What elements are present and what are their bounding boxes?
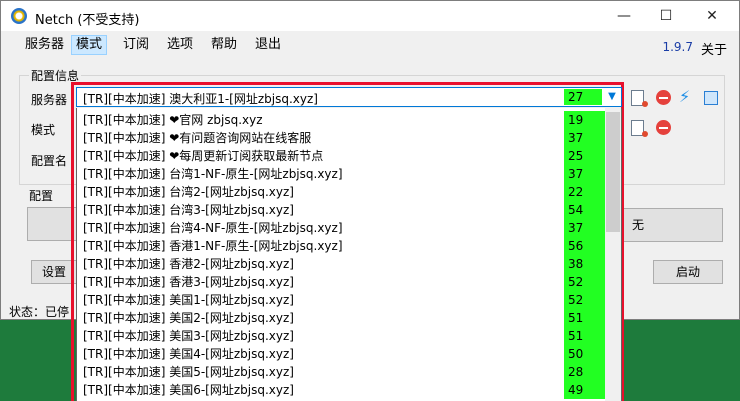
server-list-item[interactable]: [TR][中本加速] 台湾4-NF-原生-[网址zbjsq.xyz] 37 [77,219,605,237]
server-label: 服务器 [31,93,68,107]
server-name: [TR][中本加速] 美国2-[网址zbjsq.xyz] [83,311,294,325]
app-icon [11,8,27,24]
menu-about[interactable]: 关于 [701,39,727,58]
menu-options[interactable]: 选项 [163,36,197,54]
window-title: Netch (不受支持) [35,13,140,28]
menu-server[interactable]: 服务器 [21,36,68,54]
server-name: [TR][中本加速] 台湾4-NF-原生-[网址zbjsq.xyz] [83,221,343,235]
remove-icon[interactable] [656,90,671,105]
server-delay: 28 [564,363,605,381]
server-name: [TR][中本加速] 香港2-[网址zbjsq.xyz] [83,257,294,271]
server-delay: 52 [564,273,605,291]
server-list-item[interactable]: [TR][中本加速] ❤官网 zbjsq.xyz 19 [77,111,605,129]
menu-subscription[interactable]: 订阅 [119,36,153,54]
server-name: [TR][中本加速] 台湾1-NF-原生-[网址zbjsq.xyz] [83,167,343,181]
server-select[interactable]: [TR][中本加速] 澳大利亚1-[网址zbjsq.xyz] 27 ▼ [76,87,622,107]
selected-server-delay: 27 [564,89,602,105]
server-list-item[interactable]: [TR][中本加速] 香港1-NF-原生-[网址zbjsq.xyz] 56 [77,237,605,255]
menu-help[interactable]: 帮助 [207,36,241,54]
maximize-button[interactable]: ☐ [643,1,689,31]
server-list-item[interactable]: [TR][中本加速] ❤每周更新订阅获取最新节点 25 [77,147,605,165]
server-list-item[interactable]: [TR][中本加速] 台湾2-[网址zbjsq.xyz] 22 [77,183,605,201]
profile-name-label: 配置名 [31,154,68,168]
remove-icon[interactable] [656,120,671,135]
server-name: [TR][中本加速] ❤每周更新订阅获取最新节点 [83,149,324,163]
selected-server-name: [TR][中本加速] 澳大利亚1-[网址zbjsq.xyz] [83,92,318,106]
server-delay: 51 [564,309,605,327]
start-button[interactable]: 启动 [653,260,723,284]
profile-group-label: 配置 [29,189,54,203]
mode-label: 模式 [31,123,56,137]
server-list-item[interactable]: [TR][中本加速] 美国2-[网址zbjsq.xyz] 51 [77,309,605,327]
server-name: [TR][中本加速] 美国5-[网址zbjsq.xyz] [83,365,294,379]
server-delay: 38 [564,255,605,273]
server-name: [TR][中本加速] 美国6-[网址zbjsq.xyz] [83,383,294,397]
chevron-down-icon[interactable]: ▼ [603,88,621,106]
server-delay: 49 [564,381,605,399]
scrollbar[interactable] [605,108,621,401]
server-delay: 37 [564,165,605,183]
server-name: [TR][中本加速] 美国3-[网址zbjsq.xyz] [83,329,294,343]
add-document-icon[interactable] [631,120,648,137]
server-list-item[interactable]: [TR][中本加速] 台湾3-[网址zbjsq.xyz] 54 [77,201,605,219]
server-list-item[interactable]: [TR][中本加速] 美国4-[网址zbjsq.xyz] 50 [77,345,605,363]
server-name: [TR][中本加速] ❤官网 zbjsq.xyz [83,113,263,127]
scrollbar-thumb[interactable] [606,112,620,232]
server-list-item[interactable]: [TR][中本加速] 美国3-[网址zbjsq.xyz] 51 [77,327,605,345]
server-list-item[interactable]: [TR][中本加速] 香港3-[网址zbjsq.xyz] 52 [77,273,605,291]
server-delay: 37 [564,129,605,147]
server-name: [TR][中本加速] 台湾3-[网址zbjsq.xyz] [83,203,294,217]
server-list: [TR][中本加速] ❤官网 zbjsq.xyz 19 [TR][中本加速] ❤有问… [77,111,605,399]
server-delay: 22 [564,183,605,201]
server-list-item[interactable]: [TR][中本加速] 美国6-[网址zbjsq.xyz] 49 [77,381,605,399]
title-bar[interactable]: Netch (不受支持) — ☐ ✕ [1,1,739,31]
server-dropdown-list: [TR][中本加速] ❤官网 zbjsq.xyz 19 [TR][中本加速] ❤有问… [76,108,622,401]
close-button[interactable]: ✕ [689,1,735,31]
lightning-icon[interactable]: ⚡ [679,89,695,105]
server-name: [TR][中本加速] 香港1-NF-原生-[网址zbjsq.xyz] [83,239,343,253]
server-list-item[interactable]: [TR][中本加速] 美国1-[网址zbjsq.xyz] 52 [77,291,605,309]
server-name: [TR][中本加速] 美国1-[网址zbjsq.xyz] [83,293,294,307]
server-delay: 50 [564,345,605,363]
server-delay: 37 [564,219,605,237]
server-delay: 19 [564,111,605,129]
server-list-item[interactable]: [TR][中本加速] 美国5-[网址zbjsq.xyz] 28 [77,363,605,381]
server-delay: 51 [564,327,605,345]
server-delay: 54 [564,201,605,219]
server-list-item[interactable]: [TR][中本加速] ❤有问题咨询网站在线客服 37 [77,129,605,147]
menu-exit[interactable]: 退出 [251,36,285,54]
server-delay: 56 [564,237,605,255]
server-delay: 25 [564,147,605,165]
version-label: 1.9.7 [662,40,693,54]
server-delay: 52 [564,291,605,309]
server-list-item[interactable]: [TR][中本加速] 香港2-[网址zbjsq.xyz] 38 [77,255,605,273]
server-name: [TR][中本加速] ❤有问题咨询网站在线客服 [83,131,312,145]
profile-none-button[interactable]: 无 [623,208,723,242]
add-document-icon[interactable] [631,90,648,107]
minimize-button[interactable]: — [601,1,647,31]
copy-icon[interactable] [704,91,718,105]
server-list-item[interactable]: [TR][中本加速] 台湾1-NF-原生-[网址zbjsq.xyz] 37 [77,165,605,183]
server-name: [TR][中本加速] 香港3-[网址zbjsq.xyz] [83,275,294,289]
status-text: 状态：已停 [9,305,70,319]
menu-bar: 服务器 模式 订阅 选项 帮助 退出 1.9.7 关于 [1,31,739,58]
menu-mode[interactable]: 模式 [71,35,108,55]
server-name: [TR][中本加速] 美国4-[网址zbjsq.xyz] [83,347,294,361]
server-name: [TR][中本加速] 台湾2-[网址zbjsq.xyz] [83,185,294,199]
